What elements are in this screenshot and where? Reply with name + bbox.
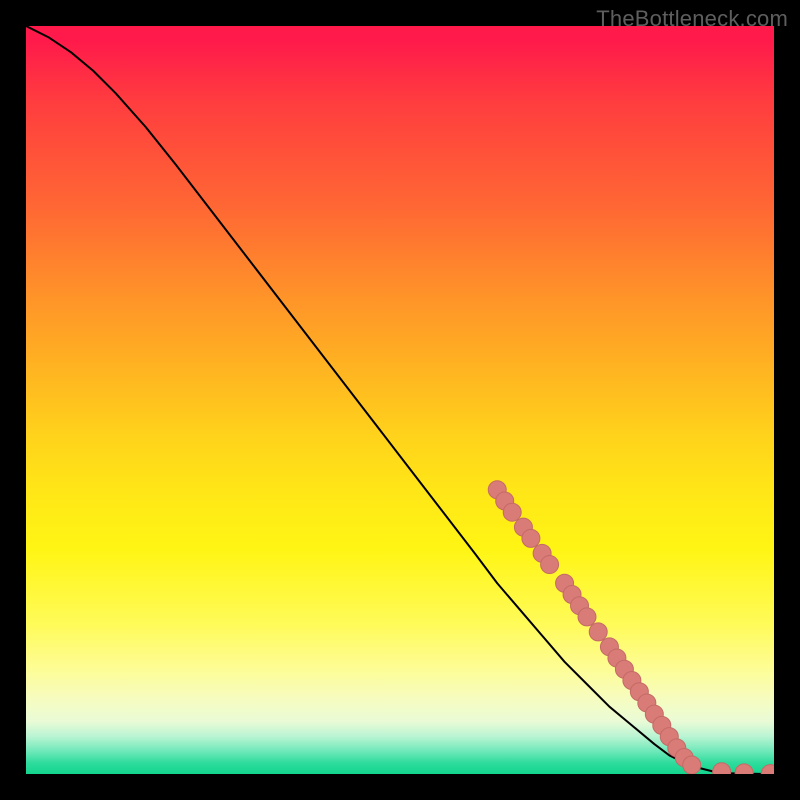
- data-point-marker: [541, 556, 559, 574]
- data-point-marker: [735, 764, 753, 774]
- data-point-marker: [589, 623, 607, 641]
- chart-svg: [26, 26, 774, 774]
- data-point-marker: [713, 763, 731, 774]
- curve-markers: [488, 481, 774, 774]
- data-point-marker: [761, 765, 774, 774]
- curve-line: [26, 26, 774, 774]
- attribution-label: TheBottleneck.com: [596, 6, 788, 32]
- data-point-marker: [522, 529, 540, 547]
- chart-stage: TheBottleneck.com: [0, 0, 800, 800]
- data-point-marker: [503, 503, 521, 521]
- data-point-marker: [683, 756, 701, 774]
- data-point-marker: [578, 608, 596, 626]
- plot-area: [26, 26, 774, 774]
